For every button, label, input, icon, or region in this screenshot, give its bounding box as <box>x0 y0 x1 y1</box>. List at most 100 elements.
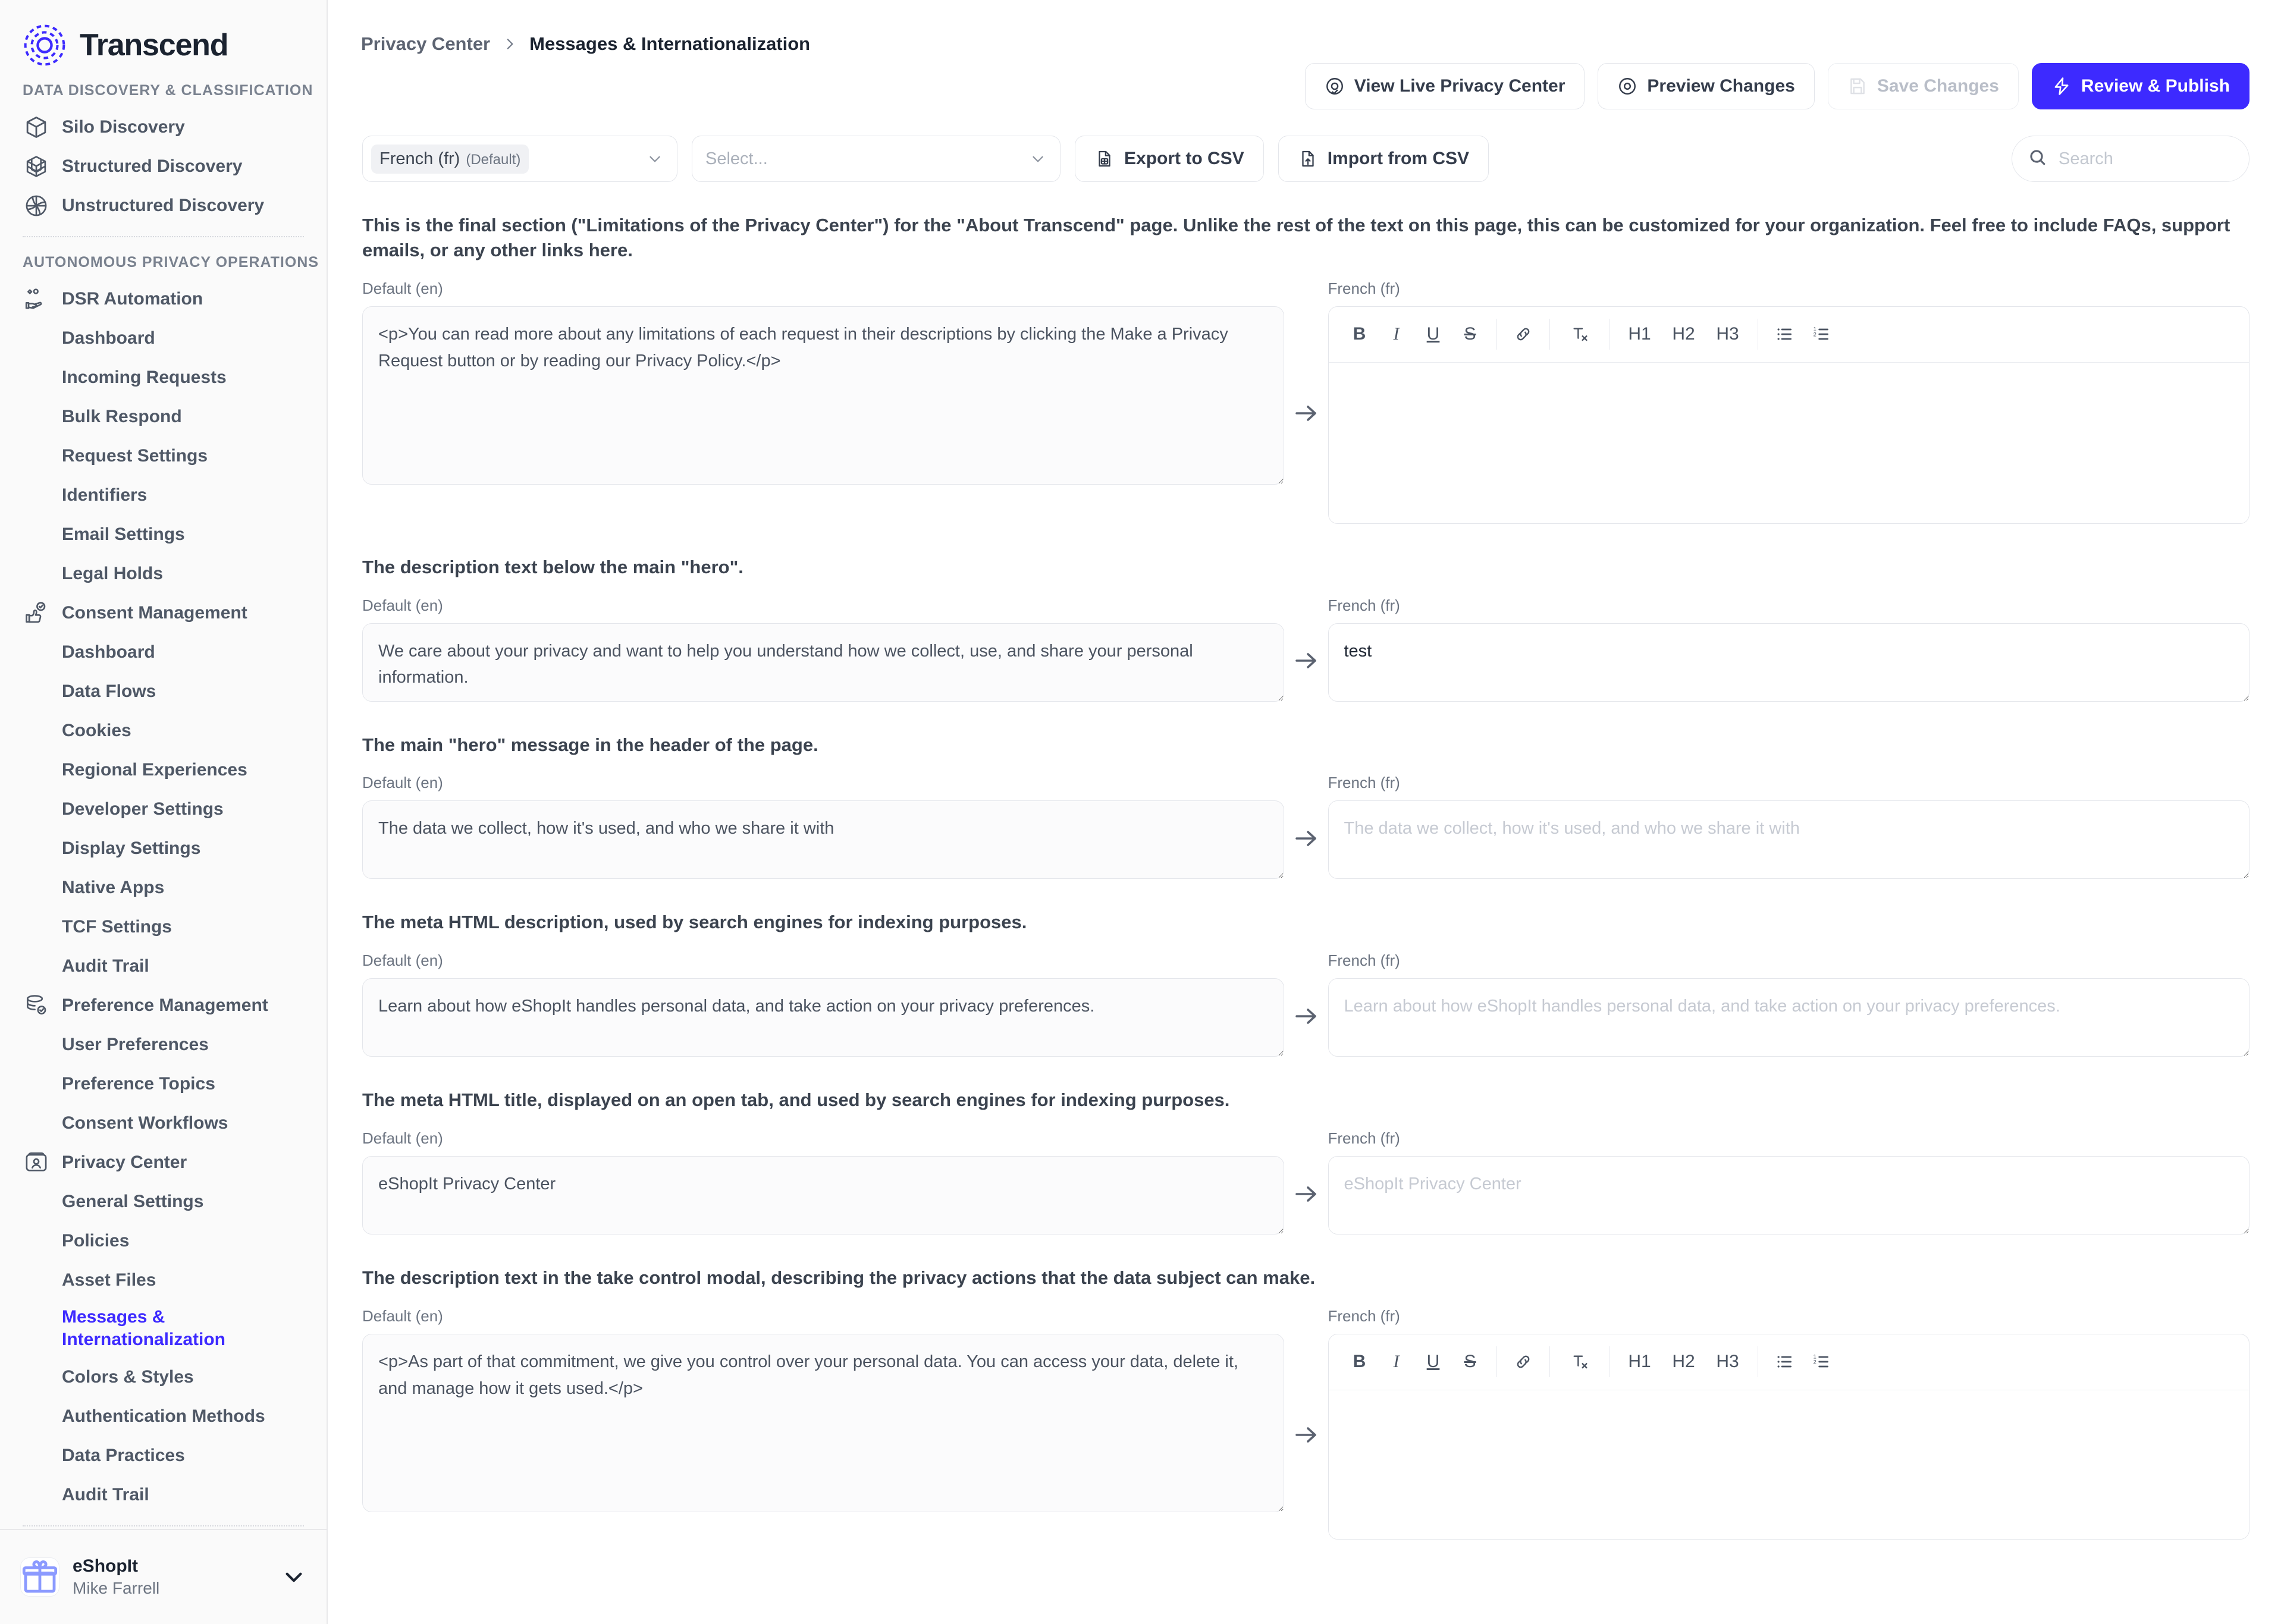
rte-bold-button[interactable]: B <box>1344 317 1375 351</box>
sidebar-item-dsr-dashboard[interactable]: Dashboard <box>0 319 327 358</box>
review-publish-button[interactable]: Review & Publish <box>2031 63 2250 109</box>
sidebar-item-colors-styles[interactable]: Colors & Styles <box>0 1358 327 1397</box>
rte-strikethrough-button[interactable]: S <box>1455 1345 1486 1379</box>
import-from-csv-button[interactable]: Import from CSV <box>1278 136 1489 182</box>
preview-changes-button[interactable]: Preview Changes <box>1598 63 1815 109</box>
sidebar-item-legal-holds[interactable]: Legal Holds <box>0 554 327 593</box>
save-changes-button[interactable]: Save Changes <box>1827 63 2019 109</box>
sidebar-item-cookies[interactable]: Cookies <box>0 711 327 750</box>
sidebar-item-native-apps[interactable]: Native Apps <box>0 868 327 907</box>
default-value-textarea[interactable] <box>362 978 1284 1057</box>
rich-text-editor-body[interactable] <box>1328 1390 2249 1539</box>
translation-column: French (fr) <box>1328 774 2250 879</box>
sidebar-item-consent-management[interactable]: Consent Management <box>0 593 327 633</box>
sidebar-item-preference-management[interactable]: Preference Management <box>0 986 327 1025</box>
translation-value-textarea[interactable] <box>1328 623 2250 702</box>
default-value-textarea[interactable] <box>362 306 1284 485</box>
view-live-privacy-center-button[interactable]: View Live Privacy Center <box>1304 63 1585 109</box>
sidebar-item-consent-dashboard[interactable]: Dashboard <box>0 633 327 672</box>
brand-name: Transcend <box>80 28 229 62</box>
rich-text-editor[interactable]: B I U S H1 H2 H3 1 2 <box>1328 306 2250 524</box>
numbered-list-icon[interactable]: 12 <box>1806 1345 1837 1379</box>
default-value-textarea[interactable] <box>362 623 1284 702</box>
default-value-textarea[interactable] <box>362 1156 1284 1235</box>
bullet-list-icon[interactable] <box>1769 317 1800 351</box>
sidebar-item-incoming-requests[interactable]: Incoming Requests <box>0 358 327 397</box>
rte-h3-button[interactable]: H3 <box>1709 1345 1747 1379</box>
sidebar-item-regional-experiences[interactable]: Regional Experiences <box>0 750 327 790</box>
sidebar-item-bulk-respond[interactable]: Bulk Respond <box>0 397 327 436</box>
rte-h2-button[interactable]: H2 <box>1665 317 1703 351</box>
translation-value-textarea[interactable] <box>1328 800 2250 879</box>
sidebar-item-consent-workflows[interactable]: Consent Workflows <box>0 1104 327 1143</box>
sidebar-item-preference-topics[interactable]: Preference Topics <box>0 1064 327 1104</box>
sidebar-item-silo-discovery[interactable]: Silo Discovery <box>0 108 327 147</box>
sidebar-scroll[interactable]: Transcend DATA DISCOVERY & CLASSIFICATIO… <box>0 0 327 1529</box>
default-value-textarea[interactable] <box>362 800 1284 879</box>
default-value-textarea[interactable] <box>362 1333 1284 1512</box>
sidebar-item-developer-settings[interactable]: Developer Settings <box>0 790 327 829</box>
sidebar-item-general-settings[interactable]: General Settings <box>0 1182 327 1221</box>
rte-h2-button[interactable]: H2 <box>1665 1345 1703 1379</box>
breadcrumb-parent-link[interactable]: Privacy Center <box>361 33 490 55</box>
chevron-down-icon[interactable] <box>646 150 664 168</box>
rte-italic-button[interactable]: I <box>1381 317 1412 351</box>
rte-h1-button[interactable]: H1 <box>1621 1345 1659 1379</box>
brand[interactable]: Transcend <box>0 0 327 71</box>
sidebar-item-label: Privacy Center <box>62 1152 187 1172</box>
link-icon[interactable] <box>1508 1345 1539 1379</box>
default-column-label: Default (en) <box>362 596 443 614</box>
sidebar-item-policies[interactable]: Policies <box>0 1221 327 1261</box>
sidebar-item-request-settings[interactable]: Request Settings <box>0 436 327 476</box>
sidebar-item-asset-files[interactable]: Asset Files <box>0 1261 327 1300</box>
search-box[interactable] <box>2012 136 2283 182</box>
language-select[interactable]: French (fr) (Default) <box>362 136 677 182</box>
org-text: eShopIt Mike Farrell <box>73 1555 268 1599</box>
sidebar-item-privacy-center[interactable]: Privacy Center <box>0 1143 327 1182</box>
message-select[interactable]: Select... <box>692 136 1061 182</box>
bullet-list-icon[interactable] <box>1769 1345 1800 1379</box>
sidebar-item-label: DSR Automation <box>62 288 203 309</box>
svg-text:2: 2 <box>1813 332 1816 338</box>
rte-strikethrough-button[interactable]: S <box>1455 317 1486 351</box>
sidebar-item-messages-internationalization[interactable]: Messages & Internationalization <box>0 1300 327 1358</box>
org-switcher[interactable]: eShopIt Mike Farrell <box>0 1529 327 1624</box>
default-column: Default (en) <box>362 1129 1284 1235</box>
search-input[interactable] <box>2059 149 2283 169</box>
rte-underline-button[interactable]: U <box>1418 1345 1449 1379</box>
sidebar-item-label: Email Settings <box>62 524 185 544</box>
action-bar: View Live Privacy Center Preview Changes… <box>328 57 2284 109</box>
sidebar-item-data-practices[interactable]: Data Practices <box>0 1436 327 1475</box>
chevron-down-icon[interactable] <box>281 1565 306 1590</box>
sidebar-item-privacy-audit-trail[interactable]: Audit Trail <box>0 1475 327 1515</box>
chevron-down-icon[interactable] <box>1029 150 1047 168</box>
sidebar-item-label: Messages & Internationalization <box>62 1307 226 1350</box>
rte-h3-button[interactable]: H3 <box>1709 317 1747 351</box>
sidebar-item-unstructured-discovery[interactable]: Unstructured Discovery <box>0 186 327 225</box>
numbered-list-icon[interactable]: 12 <box>1806 317 1837 351</box>
rte-bold-button[interactable]: B <box>1344 1345 1375 1379</box>
sidebar-item-authentication-methods[interactable]: Authentication Methods <box>0 1397 327 1436</box>
sidebar-item-label: Data Flows <box>62 681 156 701</box>
link-icon[interactable] <box>1508 317 1539 351</box>
sidebar-item-email-settings[interactable]: Email Settings <box>0 515 327 554</box>
sidebar-item-label: Legal Holds <box>62 563 164 583</box>
clear-format-icon[interactable] <box>1561 317 1599 351</box>
sidebar-item-user-preferences[interactable]: User Preferences <box>0 1025 327 1064</box>
translation-value-textarea[interactable] <box>1328 1156 2250 1235</box>
clear-format-icon[interactable] <box>1561 1345 1599 1379</box>
translation-value-textarea[interactable] <box>1328 978 2250 1057</box>
sidebar-item-structured-discovery[interactable]: Structured Discovery <box>0 147 327 186</box>
sidebar-item-display-settings[interactable]: Display Settings <box>0 829 327 868</box>
rte-h1-button[interactable]: H1 <box>1621 317 1659 351</box>
sidebar-item-tcf-settings[interactable]: TCF Settings <box>0 907 327 947</box>
export-to-csv-button[interactable]: Export to CSV <box>1075 136 1264 182</box>
rich-text-editor[interactable]: B I U S H1 H2 H3 1 2 <box>1328 1333 2250 1540</box>
rte-italic-button[interactable]: I <box>1381 1345 1412 1379</box>
rich-text-editor-body[interactable] <box>1328 362 2249 523</box>
sidebar-item-dsr-automation[interactable]: DSR Automation <box>0 279 327 319</box>
rte-underline-button[interactable]: U <box>1418 317 1449 351</box>
sidebar-item-consent-audit-trail[interactable]: Audit Trail <box>0 947 327 986</box>
sidebar-item-data-flows[interactable]: Data Flows <box>0 672 327 711</box>
sidebar-item-identifiers[interactable]: Identifiers <box>0 476 327 515</box>
